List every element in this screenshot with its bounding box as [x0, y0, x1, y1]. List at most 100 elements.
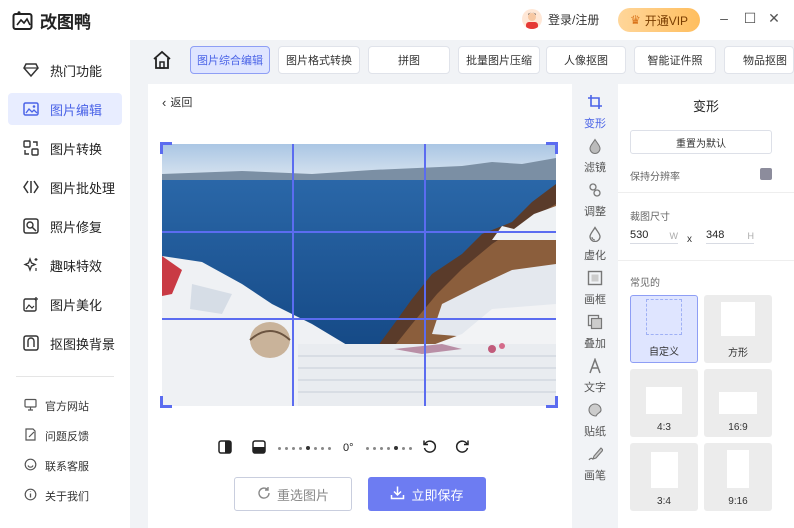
- sidebar-item-repair[interactable]: 照片修复: [8, 210, 122, 242]
- tool-adjust[interactable]: 调整: [572, 182, 618, 219]
- monitor-icon: [24, 398, 37, 414]
- sidebar-item-beautify[interactable]: 图片美化: [8, 288, 122, 320]
- tab-batch-compress[interactable]: 批量图片压缩: [458, 46, 540, 74]
- crop-handle-top-right[interactable]: [546, 142, 558, 154]
- tool-label: 虚化: [584, 250, 606, 262]
- logo-icon: [12, 10, 33, 30]
- link-label: 官方网站: [45, 401, 89, 413]
- tool-brush[interactable]: 画笔: [572, 446, 618, 483]
- rotate-right-icon[interactable]: [455, 439, 470, 457]
- reselect-image-button[interactable]: 重选图片: [234, 477, 352, 511]
- preset-4-3[interactable]: 4:3: [630, 369, 698, 437]
- crown-icon: ♛: [629, 13, 641, 27]
- keep-resolution-checkbox[interactable]: [760, 168, 772, 180]
- vip-button[interactable]: ♛ 开通VIP: [618, 8, 700, 32]
- rotation-tick: [328, 446, 331, 450]
- tab-id-photo[interactable]: 智能证件照: [634, 46, 716, 74]
- tool-tabs: 图片综合编辑 图片格式转换 拼图 批量图片压缩 人像抠图 智能证件照 物品抠图: [140, 40, 794, 82]
- tool-transform[interactable]: 变形: [572, 94, 618, 131]
- preset-16-9[interactable]: 16:9: [704, 369, 772, 437]
- sidebar-link-website[interactable]: 官方网站: [24, 398, 89, 414]
- service-icon: [24, 458, 37, 474]
- refresh-icon: [257, 486, 271, 503]
- sidebar-item-hot[interactable]: 热门功能: [8, 54, 122, 86]
- sidebar-link-service[interactable]: 联系客服: [24, 458, 89, 474]
- link-label: 问题反馈: [45, 431, 89, 443]
- crop-width-input[interactable]: 530 W: [630, 226, 678, 244]
- crop-grid-line: [162, 318, 556, 320]
- gem-icon: [22, 61, 40, 79]
- preset-custom[interactable]: 自定义: [630, 295, 698, 363]
- tab-portrait-cutout[interactable]: 人像抠图: [546, 46, 626, 74]
- filter-icon: [587, 138, 603, 157]
- sidebar-link-feedback[interactable]: 问题反馈: [24, 428, 89, 444]
- common-label: 常见的: [630, 278, 660, 289]
- preset-shape: [646, 299, 682, 335]
- preset-shape: [719, 392, 757, 414]
- save-button[interactable]: 立即保存: [368, 477, 486, 511]
- rotation-tick: [386, 446, 390, 450]
- crop-handle-bottom-right[interactable]: [546, 396, 558, 408]
- link-label: 联系客服: [45, 461, 89, 473]
- tool-label: 贴纸: [584, 426, 606, 438]
- crop-handle-bottom-left[interactable]: [160, 396, 172, 408]
- preset-label: 4:3: [657, 422, 671, 433]
- app-logo: 改图鸭: [12, 8, 91, 33]
- home-button[interactable]: [152, 50, 172, 73]
- tool-filter[interactable]: 滤镜: [572, 138, 618, 175]
- rotate-left-icon[interactable]: [422, 439, 437, 457]
- santorini-photo: [162, 144, 556, 406]
- tool-label: 变形: [584, 118, 606, 130]
- preset-3-4[interactable]: 3:4: [630, 443, 698, 511]
- tab-collage[interactable]: 拼图: [368, 46, 450, 74]
- rotation-tick: [372, 446, 376, 450]
- sidebar-item-label: 趣味特效: [50, 258, 103, 274]
- tool-frame[interactable]: 画框: [572, 270, 618, 307]
- preset-square[interactable]: 方形: [704, 295, 772, 363]
- tab-format-convert[interactable]: 图片格式转换: [278, 46, 360, 74]
- maximize-button[interactable]: ☐: [742, 10, 758, 27]
- preset-shape: [721, 302, 755, 336]
- tab-object-cutout[interactable]: 物品抠图: [724, 46, 794, 74]
- cutout-icon: [22, 334, 40, 352]
- sidebar-item-image-edit[interactable]: 图片编辑: [8, 93, 122, 125]
- login-label: 登录/注册: [548, 12, 600, 27]
- rotation-tick: [393, 446, 398, 450]
- convert-icon: [22, 139, 40, 157]
- sidebar-item-label: 图片批处理: [50, 180, 116, 196]
- sidebar-item-convert[interactable]: 图片转换: [8, 132, 122, 164]
- crop-height-input[interactable]: 348 H: [706, 226, 754, 244]
- minimize-button[interactable]: –: [716, 10, 732, 26]
- image-edit-icon: [22, 100, 40, 118]
- sparkle-icon: [22, 256, 40, 274]
- sidebar-item-cutout[interactable]: 抠图换背景: [8, 327, 122, 359]
- sidebar-link-about[interactable]: 关于我们: [24, 488, 89, 504]
- keep-resolution-label: 保持分辨率: [630, 172, 680, 183]
- crop-handle-top-left[interactable]: [160, 142, 172, 154]
- sidebar-item-batch[interactable]: 图片批处理: [8, 171, 122, 203]
- login-button[interactable]: 登录/注册: [522, 9, 599, 29]
- sidebar-item-effects[interactable]: 趣味特效: [8, 249, 122, 281]
- tab-image-edit[interactable]: 图片综合编辑: [190, 46, 270, 74]
- tool-label: 画框: [584, 294, 606, 306]
- tool-sticker[interactable]: 贴纸: [572, 402, 618, 439]
- tool-blur[interactable]: 虚化: [572, 226, 618, 263]
- photo-preview[interactable]: [162, 144, 556, 406]
- close-button[interactable]: ✕: [766, 10, 782, 27]
- rotation-tick: [379, 446, 383, 450]
- back-label: 返回: [170, 97, 193, 109]
- back-button[interactable]: ‹ 返回: [162, 94, 192, 110]
- tool-overlay[interactable]: 叠加: [572, 314, 618, 351]
- preset-label: 3:4: [657, 496, 671, 507]
- flip-vertical-icon[interactable]: [252, 439, 266, 457]
- sidebar: 热门功能 图片编辑 图片转换 图片批处理 照片修复 趣味特效 图片美化 抠图换背…: [0, 40, 130, 528]
- beautify-icon: [22, 295, 40, 313]
- chevron-left-icon: ‹: [162, 94, 167, 110]
- panel-divider: [618, 260, 794, 261]
- preset-shape: [650, 452, 678, 488]
- preset-9-16[interactable]: 9:16: [704, 443, 772, 511]
- flip-horizontal-icon[interactable]: [218, 439, 232, 457]
- rotation-tick: [314, 446, 317, 450]
- tool-text[interactable]: 文字: [572, 357, 618, 395]
- reset-default-button[interactable]: 重置为默认: [630, 130, 772, 154]
